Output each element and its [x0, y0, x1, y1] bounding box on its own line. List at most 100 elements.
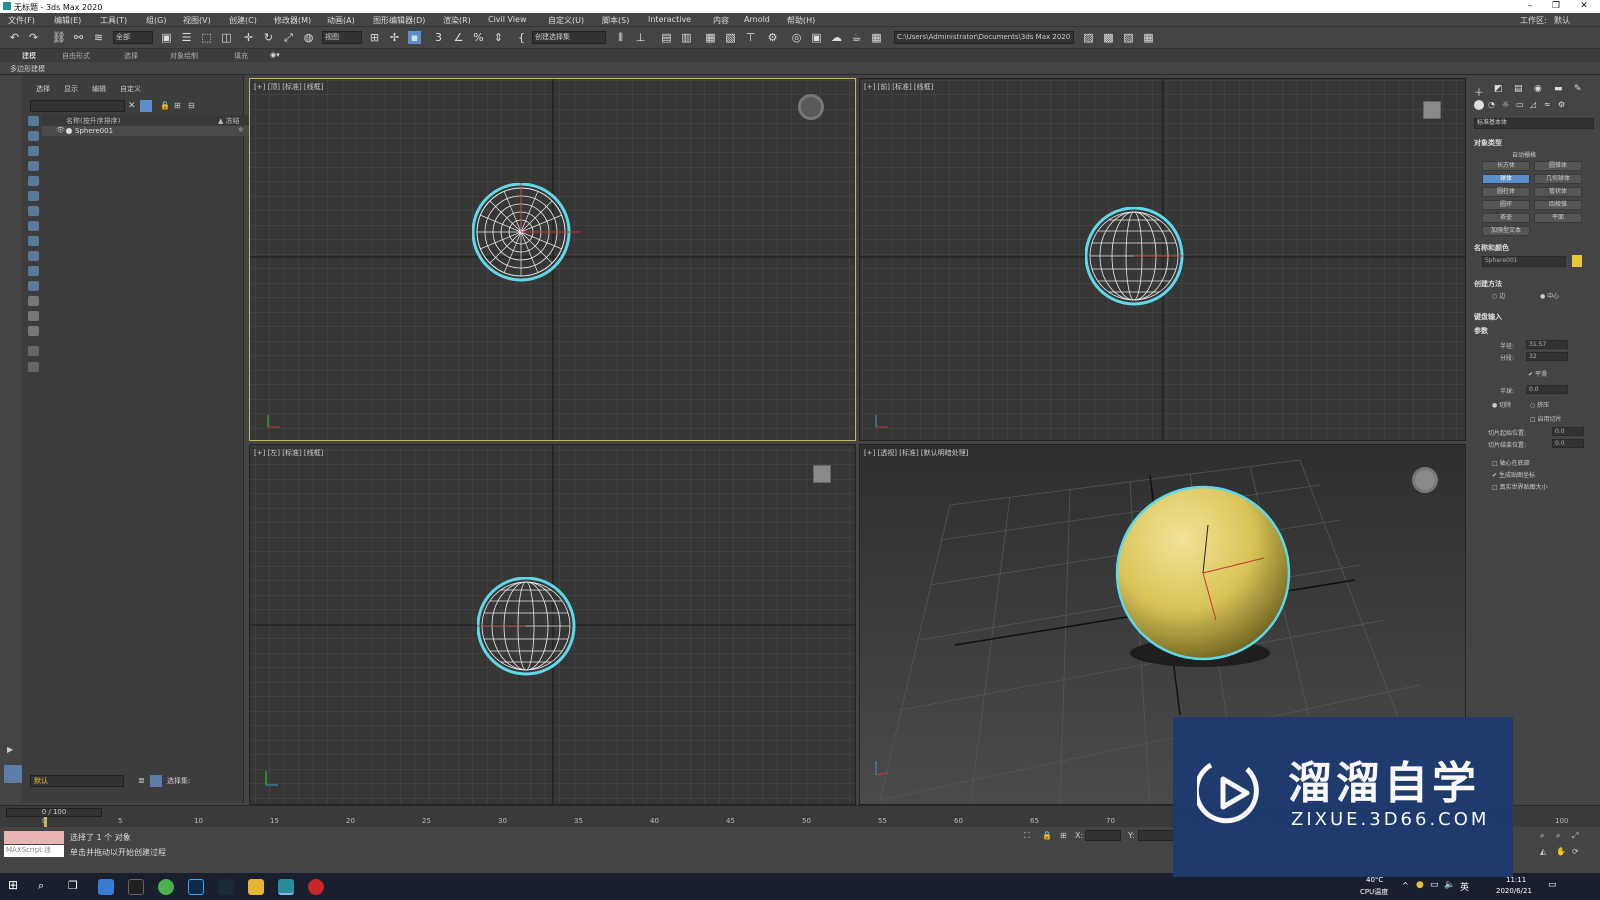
display-cameras-icon[interactable] — [28, 161, 39, 171]
viewport-left[interactable]: [+] [左] [标准] [线框] — [249, 444, 856, 805]
navigation-cube-top[interactable] — [798, 94, 824, 120]
angle-snap-icon[interactable]: ∠ — [452, 31, 465, 44]
maximize-button[interactable]: ❐ — [1546, 1, 1566, 11]
chop-radio[interactable]: ● 切除 — [1492, 400, 1511, 409]
layers-icon[interactable]: ≣ — [138, 776, 145, 785]
object-type-rollout[interactable]: 对象类型 — [1474, 138, 1502, 148]
zoom-icon[interactable]: ⌕ — [1540, 831, 1544, 841]
rotate-icon[interactable]: ↻ — [262, 31, 275, 44]
hierarchy-tab-icon[interactable]: ▤ — [1514, 84, 1523, 94]
tray-chevron-icon[interactable]: ^ — [1402, 881, 1409, 890]
menu-create[interactable]: 创建(C) — [229, 15, 257, 26]
box-button[interactable]: 长方体 — [1482, 161, 1530, 171]
menu-graph-editors[interactable]: 图形编辑器(D) — [373, 15, 425, 26]
menu-content[interactable]: 内容 — [713, 15, 729, 26]
menu-animation[interactable]: 动画(A) — [327, 15, 355, 26]
redo-icon[interactable]: ↷ — [27, 31, 40, 44]
layer-dropdown[interactable]: 默认 — [30, 775, 124, 787]
filter-icon[interactable] — [140, 100, 152, 112]
scale-icon[interactable]: ⤢ — [282, 31, 295, 44]
app-blue-icon[interactable] — [98, 879, 114, 895]
bind-spacewarp-icon[interactable]: ≋ — [92, 31, 105, 44]
shapes-category-icon[interactable]: ◔ — [1488, 100, 1495, 109]
menu-file[interactable]: 文件(F) — [8, 15, 35, 26]
display-helpers-icon[interactable] — [28, 176, 39, 186]
place-icon[interactable]: ◍ — [302, 31, 315, 44]
y-coord-field[interactable] — [1138, 830, 1174, 841]
column-frozen-header[interactable]: ▲ 冻结 — [218, 116, 240, 126]
render-activeshade-icon[interactable]: ☕ — [850, 31, 863, 44]
lights-category-icon[interactable]: ☼ — [1502, 100, 1509, 109]
explorer-search-input[interactable] — [30, 100, 125, 112]
slice-on-checkbox[interactable]: □ 启用切片 — [1530, 414, 1562, 423]
slice-to-spinner[interactable]: 0.0 — [1552, 439, 1584, 448]
layer-icon[interactable]: ⊟ — [188, 101, 195, 110]
creation-edge-radio[interactable]: ○ 边 — [1492, 291, 1505, 300]
network-icon[interactable]: ▭ — [1430, 880, 1439, 890]
close-button[interactable]: ✕ — [1574, 1, 1594, 11]
ribbon-options-icon[interactable]: ◉▾ — [270, 51, 280, 59]
viewport-top[interactable]: [+] [顶] [标准] [线框] — [249, 78, 856, 441]
cone-button[interactable]: 圆锥体 — [1534, 161, 1582, 171]
rect-selection-icon[interactable]: ⬚ — [200, 31, 213, 44]
display-containers-icon[interactable] — [28, 251, 39, 261]
display-all-icon[interactable] — [28, 296, 39, 306]
render-production-icon[interactable]: ▣ — [810, 31, 823, 44]
project-folder-icon[interactable]: ▨ — [1082, 31, 1095, 44]
menu-modifiers[interactable]: 修改器(M) — [274, 15, 311, 26]
menu-tools[interactable]: 工具(T) — [100, 15, 127, 26]
hierarchy-icon[interactable]: ⊞ — [174, 101, 181, 110]
viewport-left-label[interactable]: [+] [左] [标准] [线框] — [254, 448, 323, 458]
object-color-swatch[interactable] — [1572, 255, 1582, 267]
display-shapes-icon[interactable] — [28, 131, 39, 141]
menu-group[interactable]: 组(G) — [146, 15, 166, 26]
textplus-button[interactable]: 加强型文本 — [1482, 226, 1530, 236]
plane-button[interactable]: 平面 — [1534, 213, 1582, 223]
explorer-tab-customize[interactable]: 自定义 — [120, 84, 141, 94]
project-open-icon[interactable]: ▧ — [1122, 31, 1135, 44]
navigation-cube-front[interactable] — [1423, 101, 1441, 119]
viewport-front[interactable]: [+] [前] [标准] [线框] — [859, 78, 1466, 441]
sphere-wireframe-top[interactable] — [472, 183, 582, 283]
navigation-cube-perspective[interactable] — [1412, 467, 1438, 493]
squash-radio[interactable]: ○ 挤压 — [1530, 400, 1549, 409]
file-explorer-icon[interactable] — [248, 879, 264, 895]
selection-lock-icon[interactable]: 🔒 — [1042, 831, 1052, 840]
display-none-icon[interactable] — [28, 311, 39, 321]
ribbon-toggle-icon[interactable]: ▥ — [680, 31, 693, 44]
edit-named-sets-icon[interactable]: { — [515, 31, 528, 44]
viewport-front-label[interactable]: [+] [前] [标准] [线框] — [864, 82, 933, 92]
create-tab-icon[interactable]: ＋ — [1474, 84, 1484, 99]
material-editor-icon[interactable]: ⊤ — [744, 31, 757, 44]
filter-settings-icon[interactable] — [28, 362, 39, 372]
x-coord-field[interactable] — [1085, 830, 1121, 841]
workspace-dropdown[interactable]: 默认 — [1554, 15, 1570, 26]
helpers-category-icon[interactable]: ◿ — [1530, 100, 1536, 109]
ribbon-tab-object-paint[interactable]: 对象绘制 — [170, 51, 198, 61]
real-world-map-checkbox[interactable]: □ 真实世界贴图大小 — [1492, 482, 1548, 491]
project-path-dropdown[interactable]: C:\Users\Administrator\Documents\3ds Max… — [894, 31, 1074, 44]
geometry-category-icon[interactable] — [1474, 100, 1484, 110]
maxscript-listener[interactable] — [4, 831, 64, 844]
notification-icon[interactable]: ▭ — [1548, 880, 1557, 890]
object-name-field[interactable]: Sphere001 — [1482, 256, 1566, 267]
expand-icon[interactable]: ▶ — [7, 745, 15, 754]
ribbon-tab-selection[interactable]: 选择 — [124, 51, 138, 61]
display-tab-icon[interactable]: ▬ — [1554, 84, 1563, 94]
window-crossing-icon[interactable]: ◫ — [220, 31, 233, 44]
cylinder-button[interactable]: 圆柱体 — [1482, 187, 1530, 197]
creation-center-radio[interactable]: ● 中心 — [1540, 291, 1559, 300]
windows-start-icon[interactable]: ⊞ — [8, 878, 18, 892]
layer-explorer-icon[interactable]: ▤ — [660, 31, 673, 44]
pyramid-button[interactable]: 四棱锥 — [1534, 200, 1582, 210]
mirror-icon[interactable]: ⫴ — [614, 31, 627, 44]
tube-button[interactable]: 管状体 — [1534, 187, 1582, 197]
display-xrefs-icon[interactable] — [28, 221, 39, 231]
ref-coord-dropdown[interactable]: 视图 — [322, 31, 362, 44]
lock-icon[interactable]: 🔒 — [160, 101, 170, 110]
spinner-snap-icon[interactable]: ⇕ — [492, 31, 505, 44]
render-online-icon[interactable]: ▦ — [870, 31, 883, 44]
display-geometry-icon[interactable] — [28, 116, 39, 126]
display-spacewarps-icon[interactable] — [28, 191, 39, 201]
ribbon-tab-modeling[interactable]: 建模 — [22, 51, 36, 61]
